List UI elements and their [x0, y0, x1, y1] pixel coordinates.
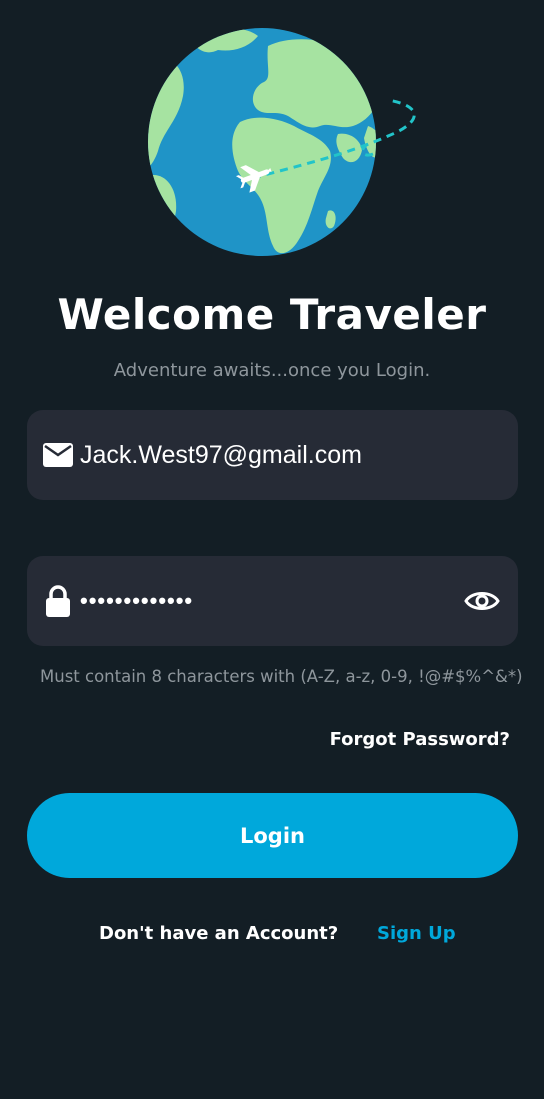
login-button[interactable]: Login — [27, 793, 518, 878]
email-field[interactable]: Jack.West97@gmail.com — [27, 410, 518, 500]
page-title: Welcome Traveler — [57, 290, 487, 339]
globe-with-airplane-icon — [148, 26, 428, 258]
password-hint: Must contain 8 characters with (A-Z, a-z… — [40, 667, 523, 686]
password-field[interactable]: ••••••••••••• — [27, 556, 518, 646]
email-value[interactable]: Jack.West97@gmail.com — [80, 441, 518, 470]
page-subtitle: Adventure awaits...once you Login. — [113, 360, 431, 381]
lock-icon — [43, 585, 73, 617]
no-account-prompt: Don't have an Account? — [99, 923, 339, 944]
login-screen: Welcome Traveler Adventure awaits...once… — [0, 0, 544, 1099]
password-value[interactable]: ••••••••••••• — [80, 588, 462, 614]
forgot-password-link[interactable]: Forgot Password? — [330, 729, 510, 750]
sign-up-link[interactable]: Sign Up — [377, 923, 456, 944]
eye-icon[interactable] — [462, 581, 502, 621]
mail-icon — [43, 440, 73, 470]
